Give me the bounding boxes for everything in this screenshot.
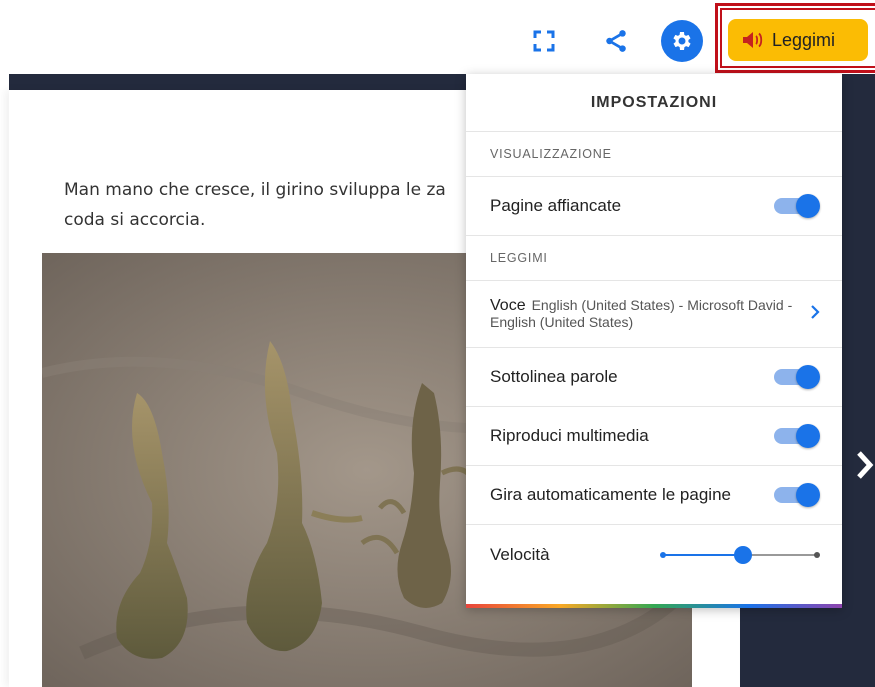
autoturn-toggle[interactable] xyxy=(772,483,820,507)
share-icon xyxy=(606,30,626,52)
underline-label: Sottolinea parole xyxy=(490,367,618,386)
setting-speed: Velocità xyxy=(466,525,842,584)
settings-panel: IMPOSTAZIONI VISUALIZZAZIONE Pagine affi… xyxy=(466,74,842,608)
underline-toggle[interactable] xyxy=(772,365,820,389)
speed-label: Velocità xyxy=(490,544,550,564)
media-toggle[interactable] xyxy=(772,424,820,448)
setting-side-by-side: Pagine affiancate xyxy=(466,177,842,236)
autoturn-label: Gira automaticamente le pagine xyxy=(490,485,731,504)
book-top-band xyxy=(9,74,469,90)
read-aloud-button[interactable]: Leggimi xyxy=(728,19,868,61)
media-label: Riproduci multimedia xyxy=(490,426,649,445)
side-by-side-label: Pagine affiancate xyxy=(490,196,622,215)
slider-max-dot xyxy=(814,551,820,558)
setting-autoturn: Gira automaticamente le pagine xyxy=(466,466,842,525)
page-text: Man mano che cresce, il girino sviluppa … xyxy=(64,180,446,230)
settings-title: IMPOSTAZIONI xyxy=(466,74,842,132)
fullscreen-icon xyxy=(533,30,555,52)
settings-button[interactable] xyxy=(661,20,703,62)
fullscreen-button[interactable] xyxy=(525,22,563,60)
voice-value: English (United States) - Microsoft Davi… xyxy=(490,297,793,330)
gear-icon xyxy=(673,32,691,50)
voice-label: Voce xyxy=(490,297,526,314)
share-button[interactable] xyxy=(597,22,635,60)
next-page-button[interactable] xyxy=(850,440,875,490)
slider-track-active xyxy=(662,553,743,556)
speaker-icon xyxy=(743,32,763,48)
slider-track-inactive xyxy=(743,553,818,556)
setting-media: Riproduci multimedia xyxy=(466,407,842,466)
speed-slider[interactable] xyxy=(660,543,820,567)
section-display: VISUALIZZAZIONE xyxy=(466,132,842,177)
read-aloud-label: Leggimi xyxy=(772,29,836,50)
slider-thumb[interactable] xyxy=(734,545,752,564)
voice-text: Voce English (United States) - Microsoft … xyxy=(490,297,800,331)
setting-underline: Sottolinea parole xyxy=(466,348,842,407)
setting-voice[interactable]: Voce English (United States) - Microsoft … xyxy=(466,281,842,348)
panel-rainbow-bar xyxy=(466,604,842,608)
section-read-aloud: LEGGIMI xyxy=(466,236,842,281)
side-by-side-toggle[interactable] xyxy=(772,194,820,218)
chevron-right-icon xyxy=(857,451,874,479)
chevron-right-icon[interactable] xyxy=(810,303,820,326)
